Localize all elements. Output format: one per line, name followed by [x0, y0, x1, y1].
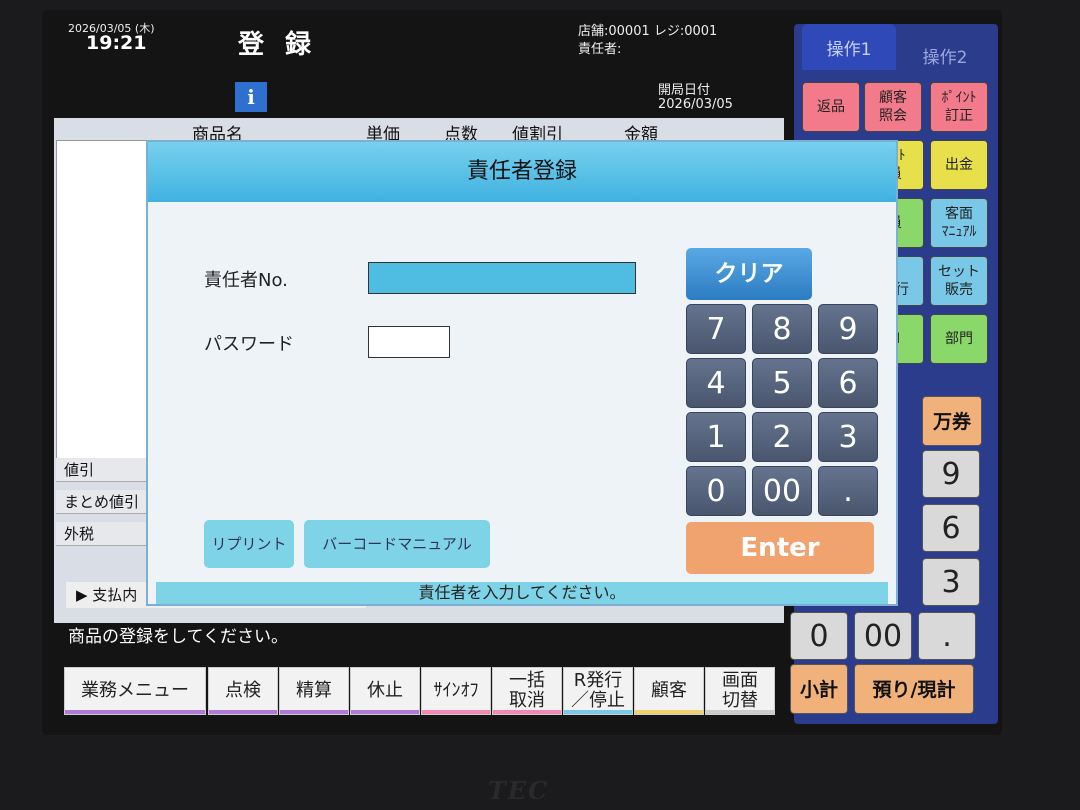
subtotal-key[interactable]: 小計: [790, 664, 848, 714]
open-date: 2026/03/05: [658, 97, 733, 112]
keypad-key[interactable]: 4: [686, 358, 746, 408]
function-bar-button-label: 点検: [225, 680, 261, 701]
function-bar-button-label: 画面 切替: [722, 670, 758, 711]
password-input[interactable]: [368, 326, 450, 358]
function-bar-underline: [564, 710, 632, 714]
function-bar-button-label: 顧客: [651, 680, 687, 701]
info-icon[interactable]: i: [235, 82, 267, 112]
function-bar-underline: [351, 710, 419, 714]
function-bar-underline: [209, 710, 277, 714]
clear-button[interactable]: クリア: [686, 248, 812, 300]
bulk-discount-label: まとめ値引: [56, 490, 156, 514]
function-bar-button[interactable]: ｻｲﾝｵﾌ: [421, 667, 491, 715]
open-date-label: 開局日付: [658, 83, 711, 98]
function-bar-button-label: 一括 取消: [509, 670, 545, 711]
function-bar-button-label: 精算: [296, 680, 332, 701]
function-bar-underline: [65, 710, 205, 714]
keypad-key[interactable]: 5: [752, 358, 812, 408]
function-bar-button[interactable]: 画面 切替: [705, 667, 775, 715]
enter-button[interactable]: Enter: [686, 522, 874, 574]
keypad-key[interactable]: 6: [818, 358, 878, 408]
item-grid[interactable]: [56, 140, 158, 460]
keypad-key[interactable]: 7: [686, 304, 746, 354]
right-key-9[interactable]: 9: [922, 450, 980, 498]
function-bar-underline: [635, 710, 703, 714]
function-bar-button-label: 休止: [367, 680, 403, 701]
keypad-key[interactable]: 2: [752, 412, 812, 462]
10000-yen-key[interactable]: 万券: [922, 396, 982, 446]
deposit-total-key[interactable]: 預り/現計: [854, 664, 974, 714]
bezel-logo: TEC: [488, 776, 550, 805]
reprint-button[interactable]: リプリント: [204, 520, 294, 568]
function-bar-underline: [422, 710, 490, 714]
keypad-key[interactable]: 00: [752, 466, 812, 516]
function-bar-button[interactable]: 点検: [208, 667, 278, 715]
manager-no-label: 責任者No.: [204, 270, 288, 291]
pos-screen: 2026/03/05 (木) 19:21 登 録 店舗:00001 レジ:000…: [42, 10, 1002, 735]
open-date-block: 開局日付 2026/03/05: [658, 84, 733, 112]
right-function-key[interactable]: 部門: [930, 314, 988, 364]
tab-operation-1[interactable]: 操作1: [802, 24, 896, 70]
function-bar-button[interactable]: 休止: [350, 667, 420, 715]
manager-no-input[interactable]: [368, 262, 636, 294]
manager-label: 責任者:: [578, 42, 622, 57]
right-key-6[interactable]: 6: [922, 504, 980, 552]
keypad-key[interactable]: 1: [686, 412, 746, 462]
right-function-key[interactable]: 客面 ﾏﾆｭｱﾙ: [930, 198, 988, 248]
barcode-manual-button[interactable]: バーコードマニュアル: [304, 520, 490, 568]
keypad-key[interactable]: 8: [752, 304, 812, 354]
tab-operation-2[interactable]: 操作2: [898, 40, 992, 70]
dialog-status-message: 責任者を入力してください。: [156, 582, 888, 604]
right-function-key[interactable]: 出金: [930, 140, 988, 190]
keypad-key[interactable]: 0: [686, 466, 746, 516]
keypad-key[interactable]: .: [818, 466, 878, 516]
function-bar-button-label: 業務メニュー: [81, 680, 189, 701]
function-bar-underline: [706, 710, 774, 714]
status-message: 商品の登録をしてください。: [68, 627, 288, 647]
right-function-key[interactable]: 顧客 照会: [864, 82, 922, 132]
right-key-3[interactable]: 3: [922, 558, 980, 606]
password-label: パスワード: [204, 334, 294, 355]
discount-label: 値引: [56, 458, 156, 482]
function-bar-button-label: R発行 ／停止: [571, 670, 625, 711]
function-bar-button[interactable]: 顧客: [634, 667, 704, 715]
dialog-title: 責任者登録: [148, 142, 896, 202]
function-bar-underline: [493, 710, 561, 714]
right-key-dot[interactable]: .: [918, 612, 976, 660]
function-bar-button[interactable]: 一括 取消: [492, 667, 562, 715]
function-bar-button-label: ｻｲﾝｵﾌ: [433, 680, 479, 701]
keypad-key[interactable]: 9: [818, 304, 878, 354]
external-tax-label: 外税: [56, 522, 156, 546]
function-bar-button[interactable]: 業務メニュー: [64, 667, 206, 715]
keypad-key[interactable]: 3: [818, 412, 878, 462]
header-time: 19:21: [86, 32, 147, 54]
function-bar-underline: [280, 710, 348, 714]
function-bar-button[interactable]: R発行 ／停止: [563, 667, 633, 715]
right-function-key[interactable]: セット 販売: [930, 256, 988, 306]
right-function-key[interactable]: ﾎﾟｲﾝﾄ 訂正: [930, 82, 988, 132]
function-bar-button[interactable]: 精算: [279, 667, 349, 715]
right-key-00[interactable]: 00: [854, 612, 912, 660]
right-function-key[interactable]: 返品: [802, 82, 860, 132]
store-register-label: 店舗:00001 レジ:0001: [578, 24, 718, 39]
right-key-0[interactable]: 0: [790, 612, 848, 660]
manager-login-dialog: 責任者登録 責任者No. パスワード クリア 7 8 9 4 5 6 1 2 3 0 00. Ent…: [146, 140, 898, 606]
page-title: 登 録: [238, 30, 318, 60]
